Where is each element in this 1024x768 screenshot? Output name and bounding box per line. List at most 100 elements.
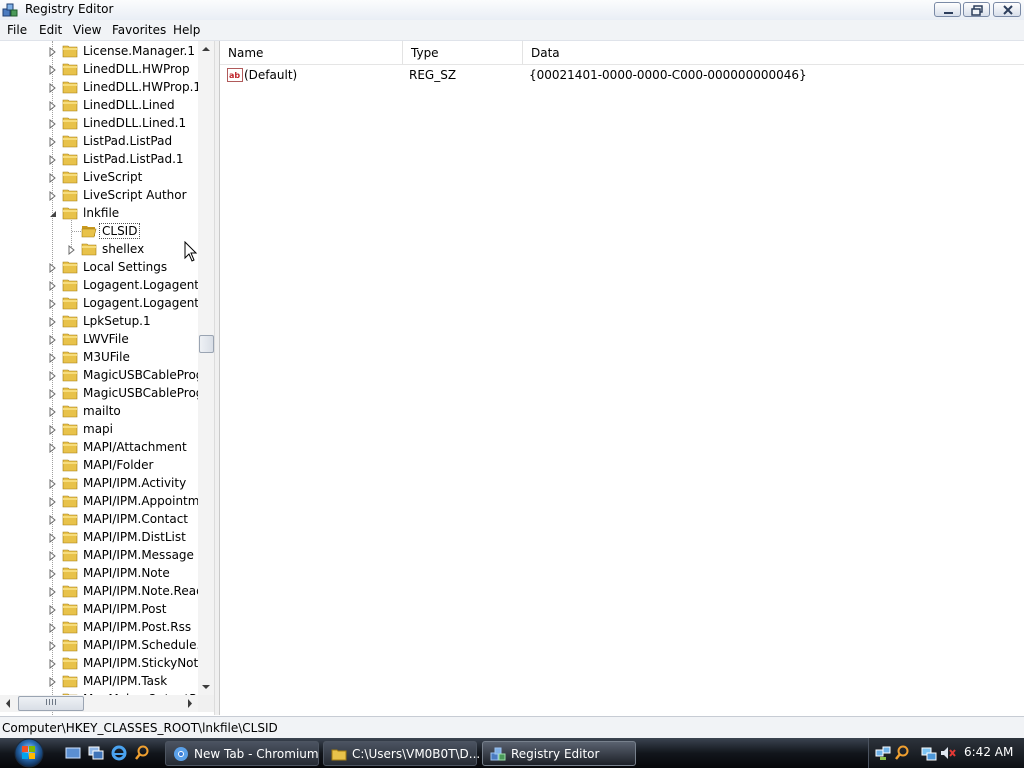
tree-node-label[interactable]: MAPI/IPM.Task	[83, 674, 167, 688]
expand-arrow-icon[interactable]	[48, 118, 57, 130]
tree-node-label[interactable]: LinedDLL.HWProp.1	[83, 80, 201, 94]
show-desktop-icon[interactable]	[65, 745, 81, 761]
expand-arrow-icon[interactable]	[48, 352, 57, 364]
tree-horizontal-scrollbar[interactable]	[0, 695, 214, 712]
tree-node[interactable]: ListPad.ListPad	[0, 132, 197, 150]
expand-arrow-icon[interactable]	[48, 316, 57, 328]
expand-arrow-icon[interactable]	[48, 442, 57, 454]
tree-node[interactable]: shellex	[0, 240, 197, 258]
start-button[interactable]	[9, 737, 49, 768]
tree-vertical-scrollbar[interactable]	[198, 41, 214, 695]
tree-node[interactable]: MAPI/IPM.Post.Rss	[0, 618, 197, 636]
tree-node[interactable]: License.Manager.1	[0, 42, 197, 60]
expand-arrow-icon[interactable]	[48, 280, 57, 292]
expand-arrow-icon[interactable]	[48, 100, 57, 112]
expand-arrow-icon[interactable]	[48, 496, 57, 508]
scroll-left-icon[interactable]	[0, 695, 17, 712]
tree-node-label[interactable]: shellex	[102, 242, 144, 256]
tree-node-label[interactable]: Logagent.Logagent	[83, 278, 199, 292]
title-bar[interactable]: Registry Editor	[0, 0, 1024, 21]
tree-node-label[interactable]: MAPI/IPM.Contact	[83, 512, 188, 526]
collapse-arrow-icon[interactable]	[48, 208, 57, 218]
tree-node-label[interactable]: LiveScript	[83, 170, 142, 184]
maximize-button[interactable]	[963, 2, 990, 17]
tree-node[interactable]: Logagent.Logagent	[0, 276, 199, 294]
column-header-name[interactable]: Name	[220, 41, 403, 64]
tree-node-label[interactable]: LinedDLL.Lined	[83, 98, 175, 112]
key-tree[interactable]: License.Manager.1 LinedDLL.HWProp LinedDLL…	[0, 41, 214, 715]
tree-node-label[interactable]: MAPI/IPM.Schedule.M	[83, 638, 211, 652]
tree-node[interactable]: MAPI/IPM.Message	[0, 546, 197, 564]
tree-node-label[interactable]: Logagent.Logagent.1	[83, 296, 210, 310]
expand-arrow-icon[interactable]	[48, 154, 57, 166]
tree-node-label[interactable]: MAPI/Attachment	[83, 440, 187, 454]
tree-node[interactable]: MAPI/IPM.Note.Read	[0, 582, 204, 600]
expand-arrow-icon[interactable]	[48, 82, 57, 94]
column-header-data[interactable]: Data	[523, 41, 1024, 64]
tree-node[interactable]: mailto	[0, 402, 197, 420]
scroll-down-icon[interactable]	[198, 678, 214, 695]
expand-arrow-icon[interactable]	[48, 658, 57, 670]
expand-arrow-icon[interactable]	[48, 676, 57, 688]
expand-arrow-icon[interactable]	[48, 586, 57, 598]
tree-node[interactable]: CLSID	[0, 222, 197, 240]
tree-node[interactable]: Logagent.Logagent.1	[0, 294, 210, 312]
taskbar-button-regedit[interactable]: Registry Editor	[482, 741, 636, 766]
expand-arrow-icon[interactable]	[48, 370, 57, 382]
expand-arrow-icon[interactable]	[48, 46, 57, 58]
close-button[interactable]	[993, 2, 1021, 17]
minimize-button[interactable]	[934, 2, 961, 17]
menu-help[interactable]: Help	[173, 23, 200, 37]
expand-arrow-icon[interactable]	[48, 424, 57, 436]
menu-favorites[interactable]: Favorites	[112, 23, 166, 37]
tree-node[interactable]: MAPI/IPM.Appointme	[0, 492, 207, 510]
tree-node-label[interactable]: LiveScript Author	[83, 188, 187, 202]
tree-node-label[interactable]: MAPI/IPM.Note.Read	[83, 584, 204, 598]
tree-node-label[interactable]: License.Manager.1	[83, 44, 195, 58]
tree-node[interactable]: LinedDLL.HWProp	[0, 60, 197, 78]
tree-node-label[interactable]: mailto	[83, 404, 121, 418]
tree-node-label[interactable]: MAPI/IPM.Appointme	[83, 494, 207, 508]
tree-node[interactable]: MAPI/IPM.Contact	[0, 510, 197, 528]
tree-node-label[interactable]: CLSID	[99, 223, 141, 239]
tree-node[interactable]: lnkfile	[0, 204, 197, 222]
tree-node-label[interactable]: LinedDLL.Lined.1	[83, 116, 186, 130]
tree-node[interactable]: LpkSetup.1	[0, 312, 197, 330]
tree-node-label[interactable]: MagicUSBCableProgII	[83, 368, 210, 382]
scroll-up-icon[interactable]	[198, 41, 214, 58]
menu-file[interactable]: File	[7, 23, 27, 37]
expand-arrow-icon[interactable]	[48, 514, 57, 526]
expand-arrow-icon[interactable]	[48, 622, 57, 634]
expand-arrow-icon[interactable]	[48, 532, 57, 544]
tree-node-label[interactable]: ListPad.ListPad.1	[83, 152, 184, 166]
tree-node-label[interactable]: LWVFile	[83, 332, 129, 346]
tree-node-label[interactable]: M3UFile	[83, 350, 130, 364]
tree-node[interactable]: M3UFile	[0, 348, 197, 366]
value-row[interactable]: ab (Default) REG_SZ {00021401-0000-0000-…	[220, 66, 1024, 84]
tree-node[interactable]: LWVFile	[0, 330, 197, 348]
menu-view[interactable]: View	[73, 23, 101, 37]
tree-node[interactable]: MAPI/IPM.Schedule.M	[0, 636, 211, 654]
network-connection-icon[interactable]	[921, 745, 937, 761]
tree-node[interactable]: ListPad.ListPad.1	[0, 150, 197, 168]
expand-arrow-icon[interactable]	[48, 604, 57, 616]
expand-arrow-icon[interactable]	[48, 298, 57, 310]
tree-node[interactable]: MAPI/IPM.Activity	[0, 474, 197, 492]
tree-node[interactable]: MAPI/IPM.Task	[0, 672, 197, 690]
tree-node-label[interactable]: MAPI/IPM.StickyNote	[83, 656, 206, 670]
volume-muted-icon[interactable]	[940, 745, 956, 761]
search-icon[interactable]	[134, 745, 150, 761]
scroll-thumb[interactable]	[199, 335, 214, 353]
tree-node-label[interactable]: MAPI/Folder	[83, 458, 153, 472]
expand-arrow-icon[interactable]	[67, 244, 76, 256]
expand-arrow-icon[interactable]	[48, 478, 57, 490]
expand-arrow-icon[interactable]	[48, 568, 57, 580]
expand-arrow-icon[interactable]	[48, 64, 57, 76]
taskbar-button-explorer[interactable]: C:\Users\VM0B0T\D...	[323, 741, 480, 766]
expand-arrow-icon[interactable]	[48, 550, 57, 562]
tree-node[interactable]: MAPI/IPM.StickyNote	[0, 654, 206, 672]
tree-node-label[interactable]: MAPI/IPM.Message	[83, 548, 194, 562]
scroll-right-icon[interactable]	[181, 695, 198, 712]
expand-arrow-icon[interactable]	[48, 190, 57, 202]
tree-node[interactable]: MAPI/Folder	[0, 456, 197, 474]
